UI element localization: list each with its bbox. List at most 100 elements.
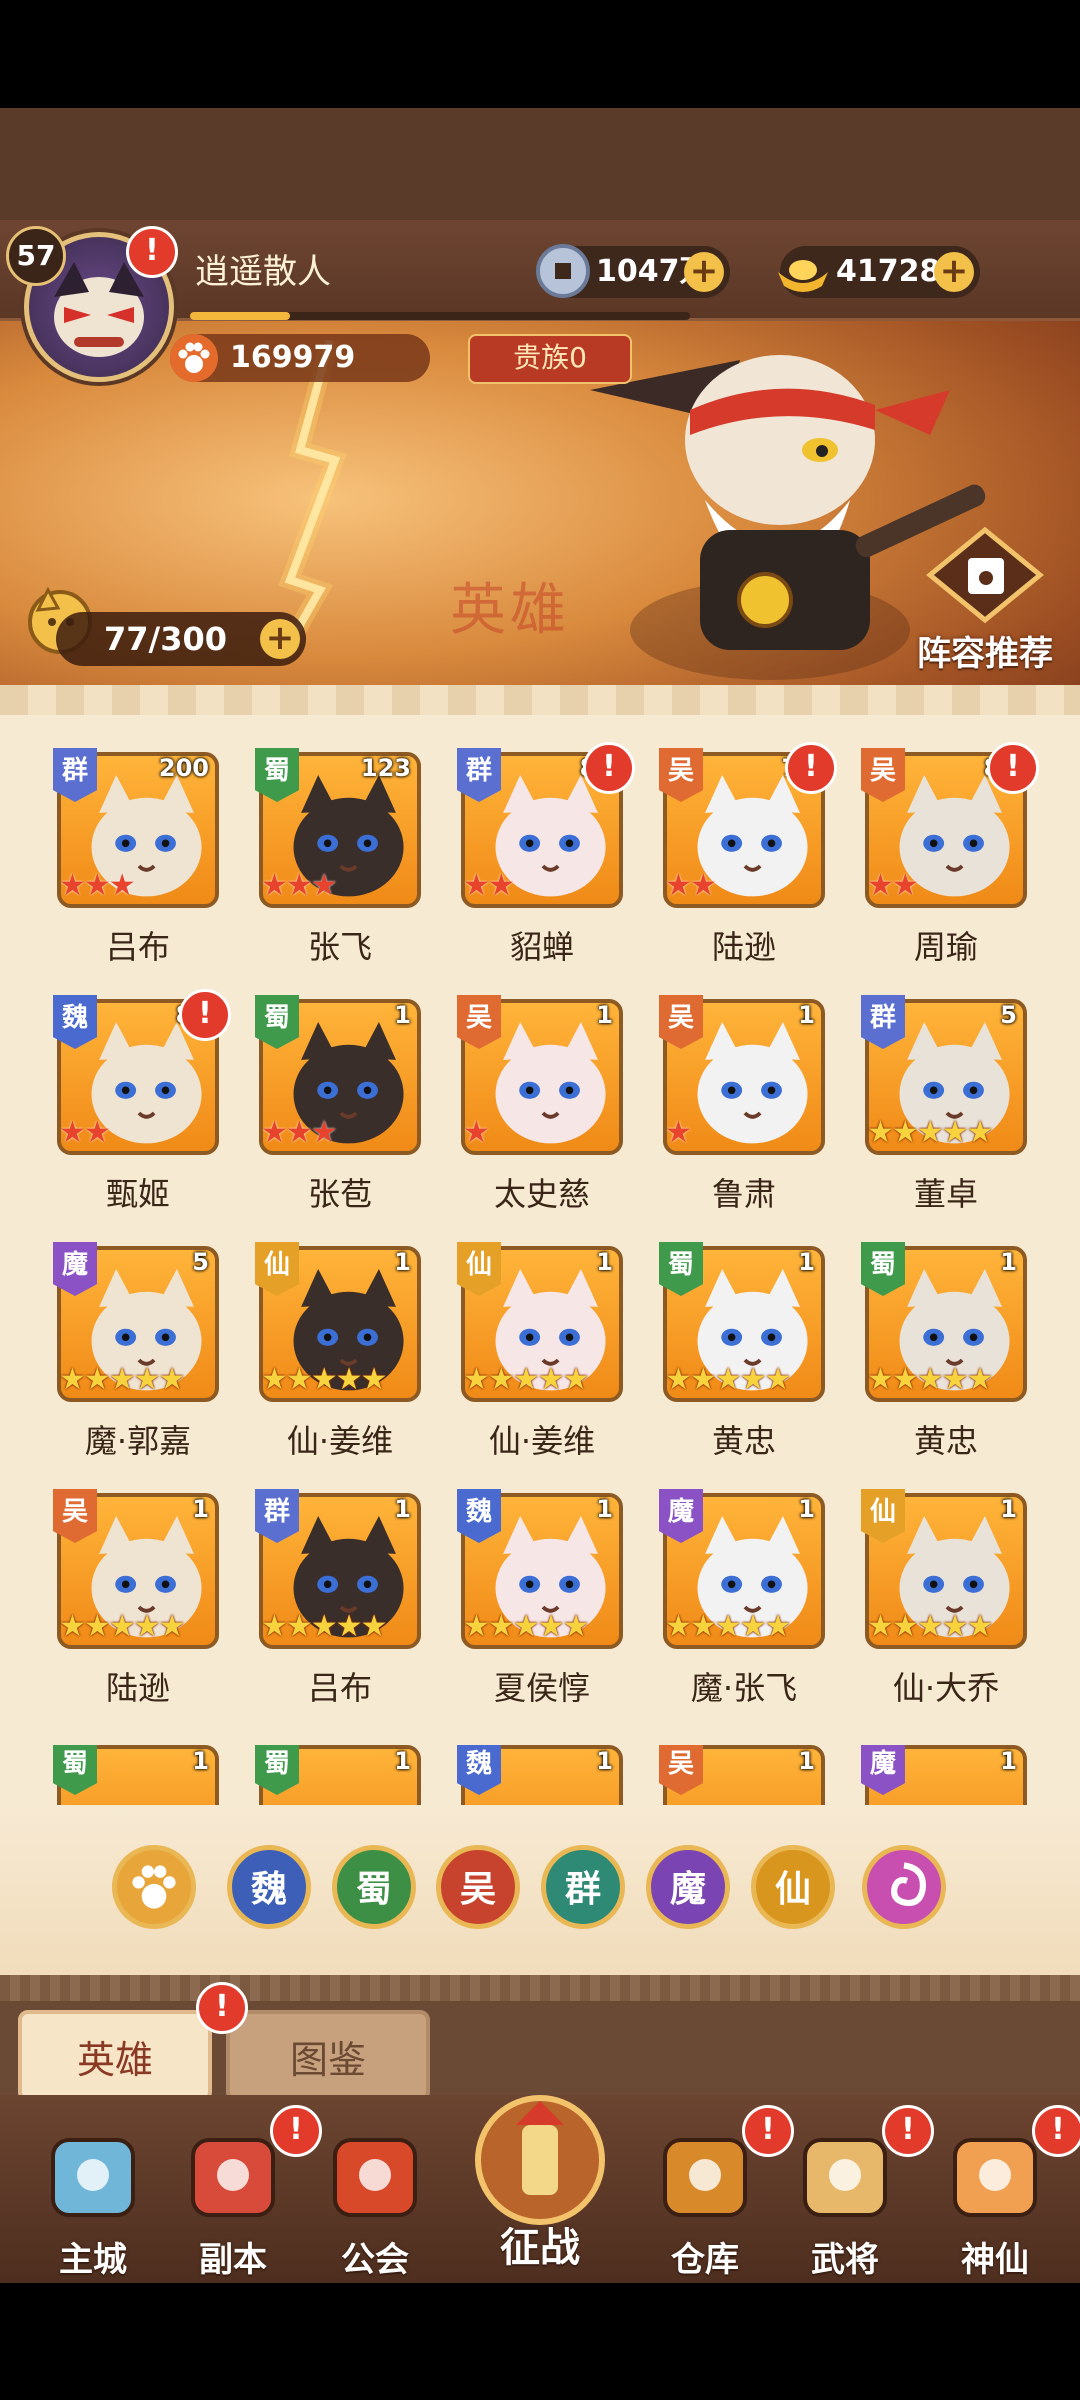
add-gold-button[interactable]: + bbox=[934, 252, 974, 292]
exp-bar-fill bbox=[190, 312, 290, 320]
gold-ingot-value: 41728 bbox=[836, 254, 941, 289]
nav-label[interactable]: 公会 bbox=[300, 2232, 450, 2281]
hero-star-rating: ★★ bbox=[665, 868, 717, 903]
nav-alert-badge: ! bbox=[882, 2105, 934, 2157]
hero-star-rating: ★★★★★ bbox=[867, 1609, 993, 1644]
copper-coin-counter: 1047万 + bbox=[536, 244, 730, 298]
hero-star-rating: ★★ bbox=[463, 868, 515, 903]
hero-shard-count: 200 bbox=[158, 754, 209, 782]
hero-star-rating: ★★★★★ bbox=[867, 1362, 993, 1397]
hero-name: 甄姬 bbox=[105, 1175, 170, 1213]
hero-shard-count: 5 bbox=[1000, 1001, 1017, 1029]
copper-coin-icon bbox=[536, 244, 590, 298]
hero-name: 董卓 bbox=[913, 1175, 978, 1213]
nav-label[interactable]: 仓库 bbox=[630, 2232, 780, 2281]
noble-badge[interactable]: 贵族0 bbox=[468, 334, 632, 384]
hero-shard-count: 1 bbox=[596, 1248, 613, 1276]
hero-star-rating: ★★★★★ bbox=[867, 1115, 993, 1150]
flag-icon bbox=[320, 2120, 430, 2230]
hero-name: 黄忠 bbox=[913, 1422, 978, 1460]
hero-shard-count: 1 bbox=[1000, 1747, 1017, 1775]
hero-star-rating: ★★★ bbox=[261, 1115, 338, 1150]
hero-shard-count: 1 bbox=[596, 1495, 613, 1523]
hero-shard-count: 1 bbox=[192, 1747, 209, 1775]
hero-name: 仙·姜维 bbox=[488, 1422, 596, 1460]
nav-label[interactable]: 副本 bbox=[158, 2232, 308, 2281]
gold-ingot-icon bbox=[778, 260, 828, 292]
hero-name: 貂蝉 bbox=[509, 928, 574, 966]
nav-alert-badge: ! bbox=[742, 2105, 794, 2157]
player-name: 逍遥散人 bbox=[195, 252, 331, 292]
hero-star-rating: ★ bbox=[463, 1115, 490, 1150]
hero-star-rating: ★★★★★ bbox=[261, 1609, 387, 1644]
nav-flag[interactable]: 公会 bbox=[300, 2120, 450, 2280]
hero-shard-count: 1 bbox=[798, 1001, 815, 1029]
list-top-border bbox=[0, 685, 1080, 715]
faction-filter-吴[interactable]: 吴 bbox=[436, 1845, 520, 1929]
tab-strip-edge bbox=[0, 1975, 1080, 2001]
player-level-badge: 57 bbox=[6, 226, 66, 286]
hero-star-rating: ★★★ bbox=[59, 868, 136, 903]
nav-label[interactable]: 神仙 bbox=[920, 2232, 1070, 2281]
nav-label[interactable]: 征战 bbox=[455, 2215, 625, 2273]
hero-star-rating: ★★★★★ bbox=[463, 1609, 589, 1644]
hero-star-rating: ★★★★★ bbox=[59, 1609, 185, 1644]
hero-star-rating: ★★★★★ bbox=[665, 1609, 791, 1644]
hero-name: 黄忠 bbox=[711, 1422, 776, 1460]
hero-shard-count: 1 bbox=[798, 1747, 815, 1775]
faction-filter-蜀[interactable]: 蜀 bbox=[332, 1845, 416, 1929]
add-copper-button[interactable]: + bbox=[684, 252, 724, 292]
hero-name: 吕布 bbox=[105, 928, 170, 966]
nav-battle[interactable]: 征战 bbox=[455, 2085, 625, 2285]
paw-icon bbox=[132, 1865, 176, 1909]
hero-star-rating: ★★★ bbox=[261, 868, 338, 903]
hero-shard-count: 1 bbox=[596, 1001, 613, 1029]
hero-grid-partial-row: 蜀1蜀1魏1吴1魔1 bbox=[0, 1745, 1080, 1805]
hero-alert-badge: ! bbox=[785, 742, 837, 794]
tab-heroes[interactable]: 英雄 bbox=[18, 2010, 212, 2102]
hero-name: 魔·张飞 bbox=[690, 1669, 798, 1707]
paw-filter-button[interactable] bbox=[112, 1845, 196, 1929]
power-value: 169979 bbox=[230, 340, 356, 375]
faction-filter-魔[interactable]: 魔 bbox=[646, 1845, 730, 1929]
hero-shard-count: 1 bbox=[1000, 1495, 1017, 1523]
gold-ingot-counter: 41728 + bbox=[778, 246, 980, 298]
hero-shard-count: 1 bbox=[798, 1495, 815, 1523]
hero-capacity-value: 77/300 bbox=[104, 620, 228, 658]
paw-icon bbox=[170, 334, 218, 382]
hero-star-rating: ★★ bbox=[867, 868, 919, 903]
nav-alert-badge: ! bbox=[1032, 2105, 1080, 2157]
hero-name: 魔·郭嘉 bbox=[84, 1422, 192, 1460]
hero-star-rating: ★★★★★ bbox=[59, 1362, 185, 1397]
hero-name: 张飞 bbox=[307, 928, 372, 966]
hero-shard-count: 1 bbox=[394, 1001, 411, 1029]
hero-shard-count: 1 bbox=[1000, 1248, 1017, 1276]
nav-label[interactable]: 主城 bbox=[18, 2232, 168, 2281]
faction-filter-魏[interactable]: 魏 bbox=[227, 1845, 311, 1929]
nav-alert-badge: ! bbox=[270, 2105, 322, 2157]
hero-name: 陆逊 bbox=[105, 1669, 170, 1707]
hero-shard-count: 1 bbox=[394, 1747, 411, 1775]
faction-filter-群[interactable]: 群 bbox=[541, 1845, 625, 1929]
hero-name: 张苞 bbox=[307, 1175, 372, 1213]
hero-name: 仙·大乔 bbox=[892, 1669, 1000, 1707]
expand-capacity-button[interactable]: + bbox=[260, 619, 300, 659]
hero-name: 周瑜 bbox=[913, 928, 978, 966]
faction-filter-仙[interactable]: 仙 bbox=[751, 1845, 835, 1929]
castle-icon bbox=[38, 2120, 148, 2230]
hero-alert-badge: ! bbox=[583, 742, 635, 794]
system-nav-bar bbox=[0, 2283, 1080, 2400]
hero-shard-count: 1 bbox=[192, 1495, 209, 1523]
hero-name: 仙·姜维 bbox=[286, 1422, 394, 1460]
swirl-filter-button[interactable] bbox=[862, 1845, 946, 1929]
hero-star-rating: ★ bbox=[665, 1115, 692, 1150]
hero-alert-badge: ! bbox=[987, 742, 1039, 794]
nav-castle[interactable]: 主城 bbox=[18, 2120, 168, 2280]
hero-star-rating: ★★ bbox=[59, 1115, 111, 1150]
tab-codex[interactable]: 图鉴 bbox=[226, 2010, 430, 2102]
nav-label[interactable]: 武将 bbox=[770, 2232, 920, 2281]
tab-heroes-alert-badge: ! bbox=[196, 1982, 248, 2034]
hero-star-rating: ★★★★★ bbox=[665, 1362, 791, 1397]
lineup-recommend-label[interactable]: 阵容推荐 bbox=[890, 626, 1080, 675]
top-spacer bbox=[0, 108, 1080, 220]
